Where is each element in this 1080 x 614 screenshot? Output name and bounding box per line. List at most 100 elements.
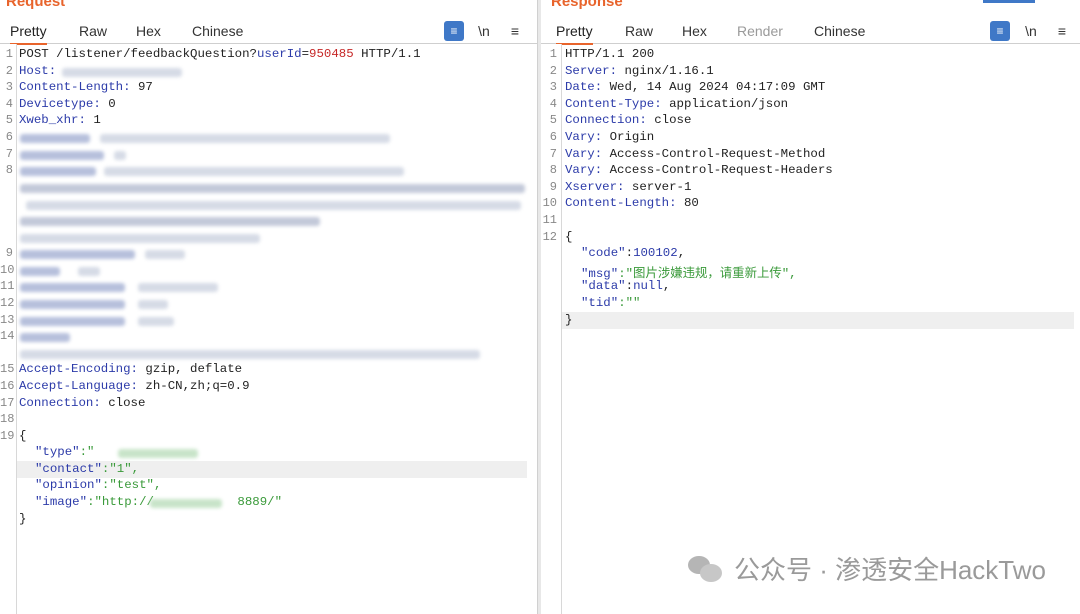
- line-number: 10: [542, 196, 557, 210]
- header-vary: Vary: Access-Control-Request-Headers: [565, 163, 833, 177]
- request-tab-hex[interactable]: Hex: [136, 22, 161, 43]
- redacted-value: [20, 217, 320, 226]
- menu-icon[interactable]: ≡: [505, 21, 525, 41]
- header-vary: Vary: Access-Control-Request-Method: [565, 147, 826, 161]
- response-tab-pretty[interactable]: Pretty: [556, 22, 593, 45]
- line-number: 2: [549, 64, 557, 78]
- line-number: 12: [542, 230, 557, 244]
- line-number: 9: [549, 180, 557, 194]
- header-accept-language: Accept-Language: zh-CN,zh;q=0.9: [19, 379, 250, 393]
- status-line: HTTP/1.1 200: [565, 47, 655, 61]
- redacted-value: [20, 184, 525, 193]
- watermark-text: 公众号 · 渗透安全HackTwo: [733, 555, 1046, 585]
- response-tab-chinese[interactable]: Chinese: [814, 22, 865, 43]
- wechat-icon: [687, 554, 724, 584]
- request-title: Request: [6, 0, 66, 10]
- response-tabbar: Pretty Raw Hex Render Chinese ≡ \n ≡: [541, 13, 1080, 45]
- line-number: 5: [5, 113, 13, 127]
- request-tab-pretty[interactable]: Pretty: [10, 22, 47, 45]
- header-xweb-xhr: Xweb_xhr: 1: [19, 113, 101, 127]
- wrap-lines-icon[interactable]: ≡: [990, 21, 1010, 41]
- redacted-value: [26, 201, 521, 210]
- json-open-brace: {: [565, 230, 573, 244]
- header-connection: Connection: close: [19, 396, 146, 410]
- line-number: 7: [5, 147, 13, 161]
- redacted-value: [138, 283, 218, 292]
- line-number: 1: [5, 47, 13, 61]
- line-number: 12: [0, 296, 15, 310]
- line-number: 6: [549, 130, 557, 144]
- line-number: 6: [5, 130, 13, 144]
- header-host: Host:: [19, 64, 57, 78]
- request-pane: Request Pretty Raw Hex Chinese ≡ \n ≡ 1 …: [0, 0, 537, 614]
- header-vary: Vary: Origin: [565, 130, 655, 144]
- response-indicator: [983, 0, 1035, 3]
- json-type-field: "type":": [35, 445, 95, 459]
- redacted-value: [118, 449, 198, 458]
- menu-icon[interactable]: ≡: [1052, 21, 1072, 41]
- response-pane: Response Pretty Raw Hex Render Chinese ≡…: [541, 0, 1080, 614]
- redacted-header: [20, 317, 125, 326]
- line-number: 11: [542, 213, 557, 227]
- line-number: 15: [0, 362, 15, 376]
- line-number: 17: [0, 396, 15, 410]
- line-number: 8: [5, 163, 13, 177]
- header-content-length: Content-Length: 97: [19, 80, 153, 94]
- response-tab-render[interactable]: Render: [737, 22, 783, 43]
- redacted-header: [20, 151, 104, 160]
- line-number: 8: [549, 163, 557, 177]
- watermark: 公众号 · 渗透安全HackTwo: [687, 550, 1046, 587]
- redacted-header: [20, 333, 70, 342]
- redacted-value: [104, 167, 404, 176]
- json-open-brace: {: [19, 429, 27, 443]
- header-devicetype: Devicetype: 0: [19, 97, 116, 111]
- redacted-header: [20, 283, 125, 292]
- header-xserver: Xserver: server-1: [565, 180, 692, 194]
- line-number: 9: [5, 246, 13, 260]
- json-tid-field: "tid":"": [581, 296, 641, 310]
- json-close-brace: }: [565, 313, 573, 327]
- request-line: POST /listener/feedbackQuestion?userId=9…: [19, 47, 421, 61]
- redacted-header: [20, 134, 90, 143]
- current-line-highlight: [562, 312, 1074, 329]
- redacted-header: [20, 267, 60, 276]
- redacted-value: [150, 499, 222, 508]
- redacted-value: [145, 250, 185, 259]
- line-number: 13: [0, 313, 15, 327]
- line-number: 11: [0, 279, 15, 293]
- redacted-header: [20, 300, 125, 309]
- newline-toggle-icon[interactable]: \n: [1021, 21, 1041, 41]
- line-number: 14: [0, 329, 15, 343]
- header-content-length: Content-Length: 80: [565, 196, 699, 210]
- redacted-value: [78, 267, 100, 276]
- line-number: 2: [5, 64, 13, 78]
- header-connection: Connection: close: [565, 113, 692, 127]
- line-number: 18: [0, 412, 15, 426]
- header-server: Server: nginx/1.16.1: [565, 64, 714, 78]
- json-code-field: "code":100102,: [581, 246, 686, 260]
- line-number: 5: [549, 113, 557, 127]
- request-tab-raw[interactable]: Raw: [79, 22, 107, 43]
- redacted-value: [62, 68, 182, 77]
- json-opinion-field: "opinion":"test",: [35, 478, 162, 492]
- newline-toggle-icon[interactable]: \n: [474, 21, 494, 41]
- redacted-value: [138, 317, 174, 326]
- line-number: 3: [549, 80, 557, 94]
- response-tab-hex[interactable]: Hex: [682, 22, 707, 43]
- line-number: 4: [5, 97, 13, 111]
- line-number: 10: [0, 263, 15, 277]
- response-tab-raw[interactable]: Raw: [625, 22, 653, 43]
- redacted-value: [20, 350, 480, 359]
- redacted-header: [20, 250, 135, 259]
- redacted-value: [138, 300, 168, 309]
- response-title: Response: [551, 0, 623, 10]
- wrap-lines-icon[interactable]: ≡: [444, 21, 464, 41]
- line-number: 7: [549, 147, 557, 161]
- request-tabbar: Pretty Raw Hex Chinese ≡ \n ≡: [0, 13, 537, 45]
- line-number: 19: [0, 429, 15, 443]
- line-number: 16: [0, 379, 15, 393]
- header-accept-encoding: Accept-Encoding: gzip, deflate: [19, 362, 243, 376]
- line-number: 4: [549, 97, 557, 111]
- request-tab-chinese[interactable]: Chinese: [192, 22, 243, 43]
- redacted-value: [114, 151, 126, 160]
